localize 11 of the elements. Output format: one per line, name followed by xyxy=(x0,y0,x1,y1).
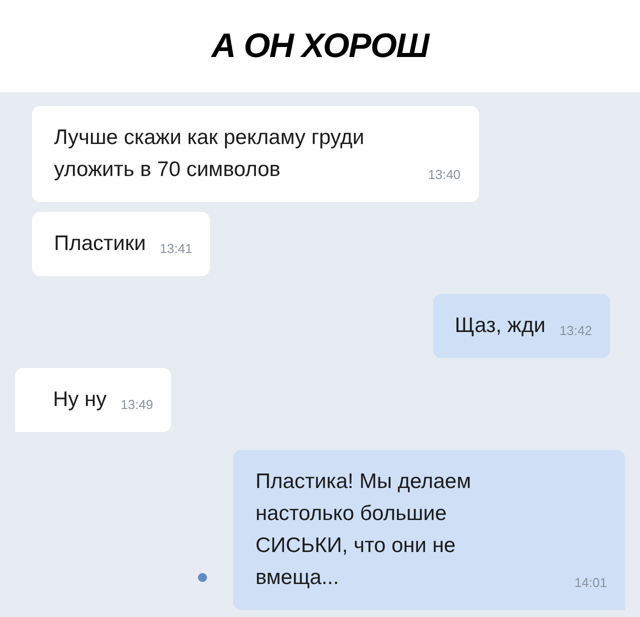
message-time: 13:41 xyxy=(160,240,192,258)
message-time: 13:40 xyxy=(428,166,461,184)
message-text: Пластики xyxy=(54,231,146,257)
message-text: Лучше скажи как рекламу груди уложить в 70 символов xyxy=(54,125,366,183)
message-text: Пластика! Мы делаем настолько большие СИСЬКИ, что они не вмеща... xyxy=(255,469,472,591)
message-time: 14:01 xyxy=(574,574,607,592)
message-time: 13:42 xyxy=(559,322,592,340)
caption: А ОН ХОРОШ xyxy=(211,26,429,66)
message-time: 13:49 xyxy=(120,396,154,414)
message-text: Щаз, жди xyxy=(454,313,546,339)
message-text: Ну ну xyxy=(53,387,107,413)
